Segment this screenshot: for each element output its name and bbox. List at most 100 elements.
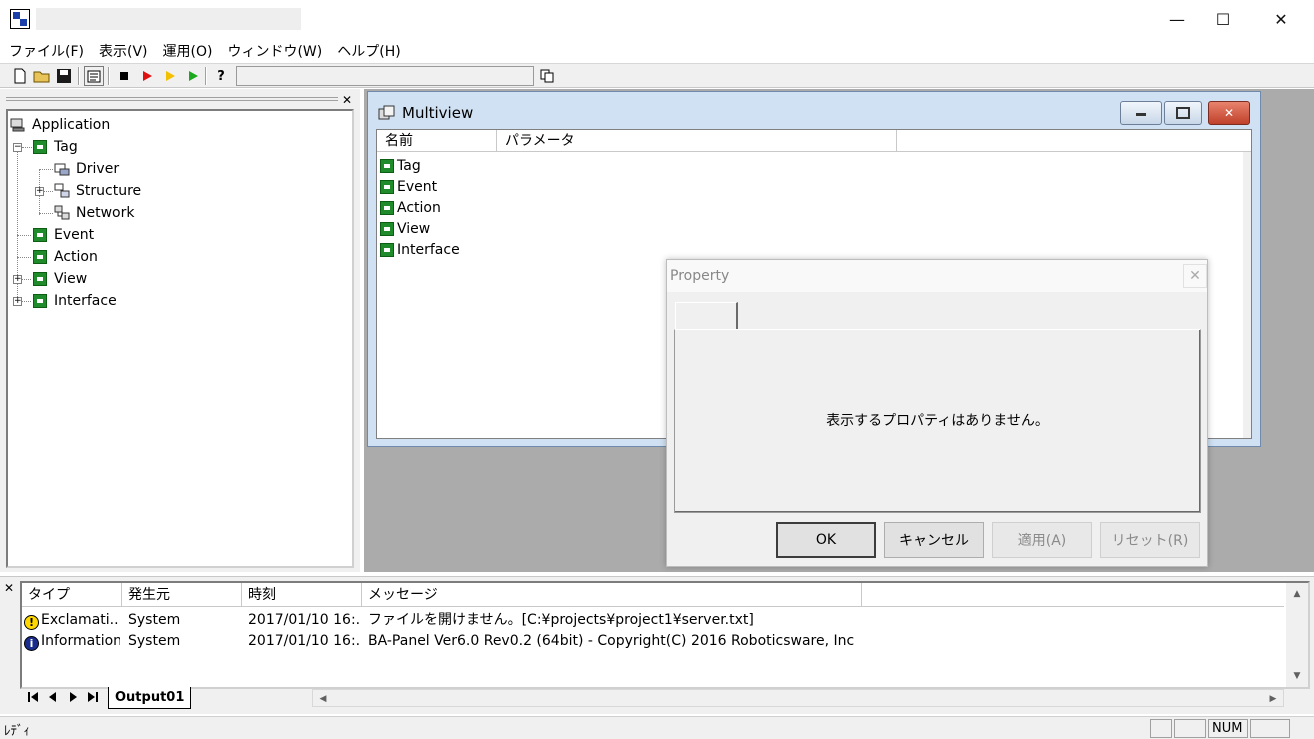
expand-interface-icon[interactable]: +	[13, 297, 22, 306]
tree-connector	[22, 147, 32, 148]
properties-icon[interactable]	[84, 66, 104, 86]
run-green-icon[interactable]	[183, 66, 203, 86]
toolbar-separator	[78, 67, 80, 85]
cancel-button[interactable]: キャンセル	[884, 522, 984, 558]
app-icon[interactable]	[10, 9, 30, 29]
output-list[interactable]: タイプ 発生元 時刻 メッセージ ! Exclamati... System 20…	[20, 581, 1310, 689]
scroll-right-icon[interactable]: ▶	[1263, 690, 1283, 708]
output-pane: ✕ タイプ 発生元 時刻 メッセージ ! Exclamati... System …	[0, 576, 1314, 714]
scroll-down-icon[interactable]: ▼	[1287, 667, 1307, 685]
column-header-source[interactable]: 発生元	[122, 583, 242, 607]
collapse-tag-icon[interactable]: −	[13, 143, 22, 152]
reset-button[interactable]: リセット(R)	[1100, 522, 1200, 558]
cell-source: System	[128, 612, 181, 628]
toolbar-separator	[205, 67, 207, 85]
toolbar-separator	[108, 67, 110, 85]
structure-icon	[54, 183, 70, 199]
cell-type: i Information	[24, 631, 120, 652]
cell-type-text: Information	[41, 633, 120, 649]
event-icon	[32, 227, 48, 243]
tree-item-application[interactable]: Application	[10, 115, 110, 135]
close-button[interactable]: ✕	[1258, 4, 1304, 34]
tree-item-driver[interactable]: Driver	[54, 159, 119, 179]
column-header-message[interactable]: メッセージ	[362, 583, 862, 607]
menu-view[interactable]: 表示(V)	[93, 41, 154, 61]
status-panel	[1174, 719, 1206, 738]
previous-tab-icon[interactable]	[44, 687, 62, 707]
tree-item-structure[interactable]: Structure	[54, 181, 141, 201]
project-tree[interactable]: − + + + Application Tag Driver Structure	[6, 109, 354, 568]
tree-label: Network	[76, 205, 135, 221]
apply-button[interactable]: 適用(A)	[992, 522, 1092, 558]
new-file-icon[interactable]	[10, 66, 30, 86]
list-item[interactable]: View	[380, 218, 430, 239]
list-item-label: Interface	[397, 241, 460, 258]
tree-connector	[39, 169, 53, 170]
multiview-close-button[interactable]: ✕	[1208, 101, 1250, 125]
run-red-icon[interactable]	[137, 66, 157, 86]
output-vertical-scrollbar[interactable]: ▲ ▼	[1286, 583, 1308, 687]
cell-message: BA-Panel Ver6.0 Rev0.2 (64bit) - Copyrig…	[368, 633, 855, 649]
tree-connector	[22, 279, 31, 280]
property-titlebar[interactable]	[667, 260, 1207, 292]
property-panel: 表示するプロパティはありません。	[674, 329, 1201, 513]
column-header-type[interactable]: タイプ	[22, 583, 122, 607]
menu-window[interactable]: ウィンドウ(W)	[221, 41, 328, 61]
column-header-time[interactable]: 時刻	[242, 583, 362, 607]
title-bar: — ☐ ✕	[0, 0, 1314, 38]
ok-button[interactable]: OK	[776, 522, 876, 558]
workspace-pane: ✕ − + + + Application Tag Driver Structu…	[0, 89, 360, 572]
list-item-label: Tag	[397, 157, 421, 174]
tree-item-action[interactable]: Action	[32, 247, 98, 267]
column-header-name[interactable]: 名前	[377, 130, 497, 152]
scroll-up-icon[interactable]: ▲	[1287, 585, 1307, 603]
menu-help[interactable]: ヘルプ(H)	[331, 41, 406, 61]
help-icon[interactable]: ?	[211, 66, 231, 86]
first-tab-icon[interactable]	[24, 687, 42, 707]
property-dialog[interactable]: Property ✕ 表示するプロパティはありません。 OK キャンセル 適用(…	[666, 259, 1208, 567]
open-folder-icon[interactable]	[32, 66, 52, 86]
multiview-title-text: Multiview	[402, 104, 474, 122]
view-icon	[32, 271, 48, 287]
property-tab[interactable]	[675, 302, 738, 330]
output-horizontal-scrollbar[interactable]: ◀ ▶	[312, 689, 1284, 707]
tree-label: Structure	[76, 183, 142, 199]
cell-time: 2017/01/10 16:...	[248, 633, 360, 649]
minimize-button[interactable]: —	[1154, 4, 1200, 34]
pane-close-icon[interactable]: ✕	[342, 93, 352, 107]
expand-structure-icon[interactable]: +	[35, 187, 44, 196]
list-item[interactable]: Interface	[380, 239, 460, 260]
tree-item-interface[interactable]: Interface	[32, 291, 117, 311]
tree-item-view[interactable]: View	[32, 269, 87, 289]
tree-item-tag[interactable]: Tag	[32, 137, 78, 157]
run-yellow-icon[interactable]	[160, 66, 180, 86]
output-close-icon[interactable]: ✕	[4, 581, 14, 595]
menu-file[interactable]: ファイル(F)	[3, 41, 90, 61]
stop-icon[interactable]	[114, 66, 134, 86]
menu-operation[interactable]: 運用(O)	[157, 41, 219, 61]
last-tab-icon[interactable]	[84, 687, 102, 707]
property-close-button[interactable]: ✕	[1183, 264, 1207, 288]
multiview-maximize-button[interactable]	[1164, 101, 1202, 125]
multiview-header: 名前 パラメータ	[377, 130, 1251, 152]
scroll-left-icon[interactable]: ◀	[313, 690, 333, 708]
next-tab-icon[interactable]	[64, 687, 82, 707]
tree-item-event[interactable]: Event	[32, 225, 94, 245]
column-header-parameter[interactable]: パラメータ	[497, 130, 897, 152]
list-item[interactable]: Tag	[380, 155, 421, 176]
list-item-label: Event	[397, 178, 438, 195]
tab-output01[interactable]: Output01	[108, 687, 192, 709]
table-row[interactable]: i Information System 2017/01/10 16:... BA…	[22, 631, 1284, 652]
expand-view-icon[interactable]: +	[13, 275, 22, 284]
copy-icon[interactable]	[537, 66, 557, 86]
tree-item-network[interactable]: Network	[54, 203, 134, 223]
save-icon[interactable]	[54, 66, 74, 86]
multiview-scrollbar[interactable]	[1243, 152, 1251, 438]
table-row[interactable]: ! Exclamati... System 2017/01/10 16:... フ…	[22, 610, 1284, 631]
list-item[interactable]: Event	[380, 176, 437, 197]
list-item[interactable]: Action	[380, 197, 441, 218]
toolbar-combo[interactable]	[236, 66, 534, 86]
pane-grip[interactable]	[6, 97, 338, 101]
maximize-button[interactable]: ☐	[1200, 4, 1246, 34]
multiview-minimize-button[interactable]	[1120, 101, 1162, 125]
